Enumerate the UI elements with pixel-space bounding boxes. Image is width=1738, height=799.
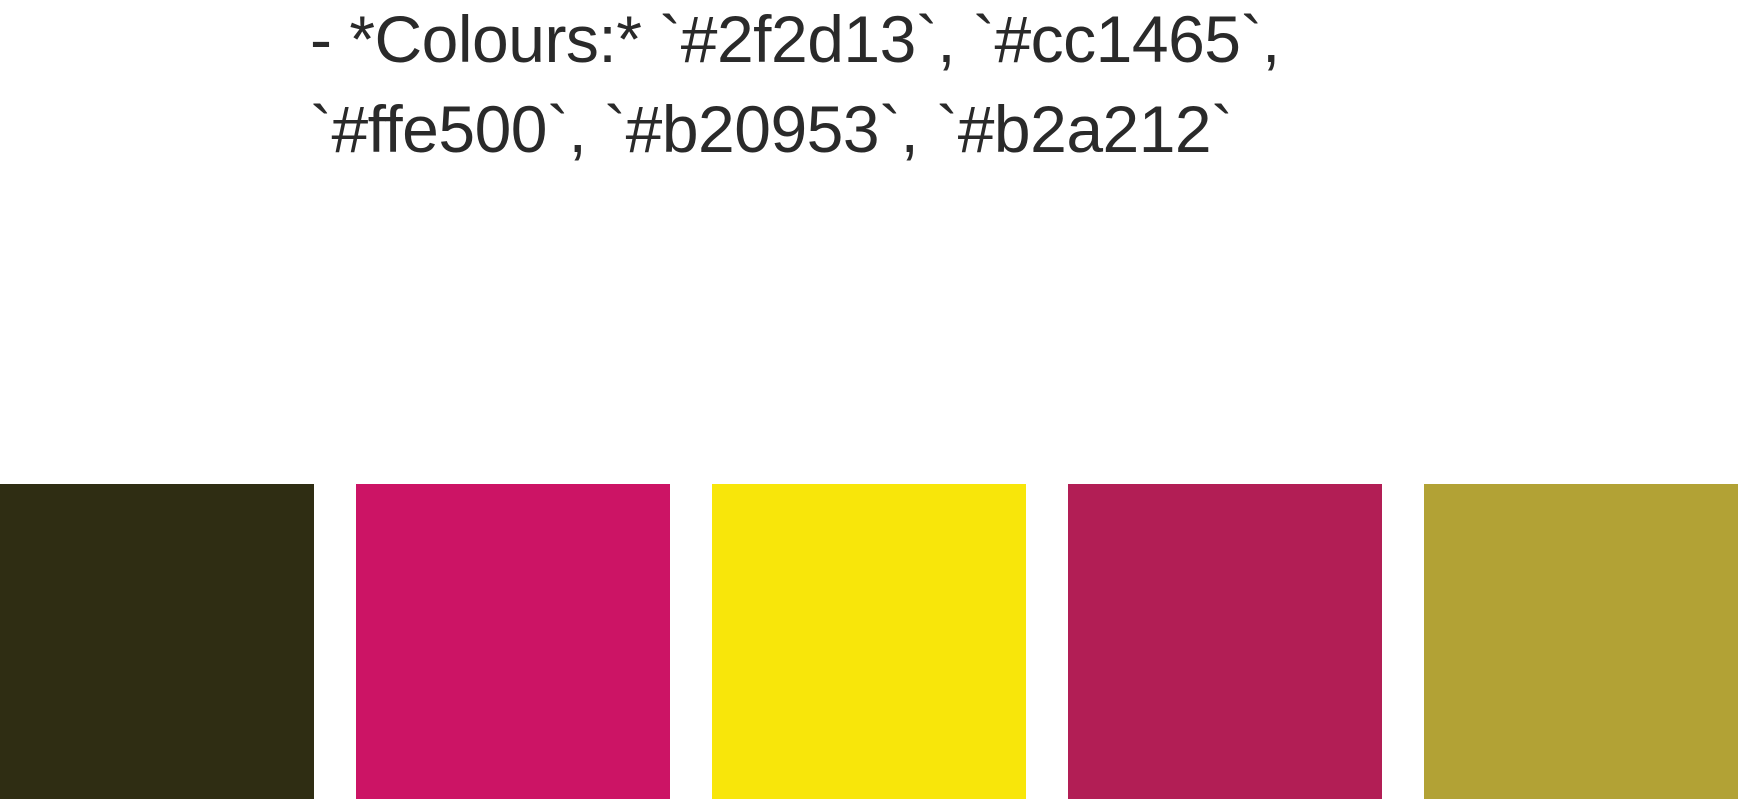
colour-swatch xyxy=(356,484,670,799)
colour-swatch xyxy=(712,484,1026,799)
colour-swatch-row xyxy=(0,484,1738,799)
colour-list-caption: - *Colours:* `#2f2d13`, `#cc1465`, `#ffe… xyxy=(310,2,1280,166)
colour-swatch xyxy=(0,484,314,799)
colour-swatch xyxy=(1424,484,1738,799)
colour-swatch xyxy=(1068,484,1382,799)
